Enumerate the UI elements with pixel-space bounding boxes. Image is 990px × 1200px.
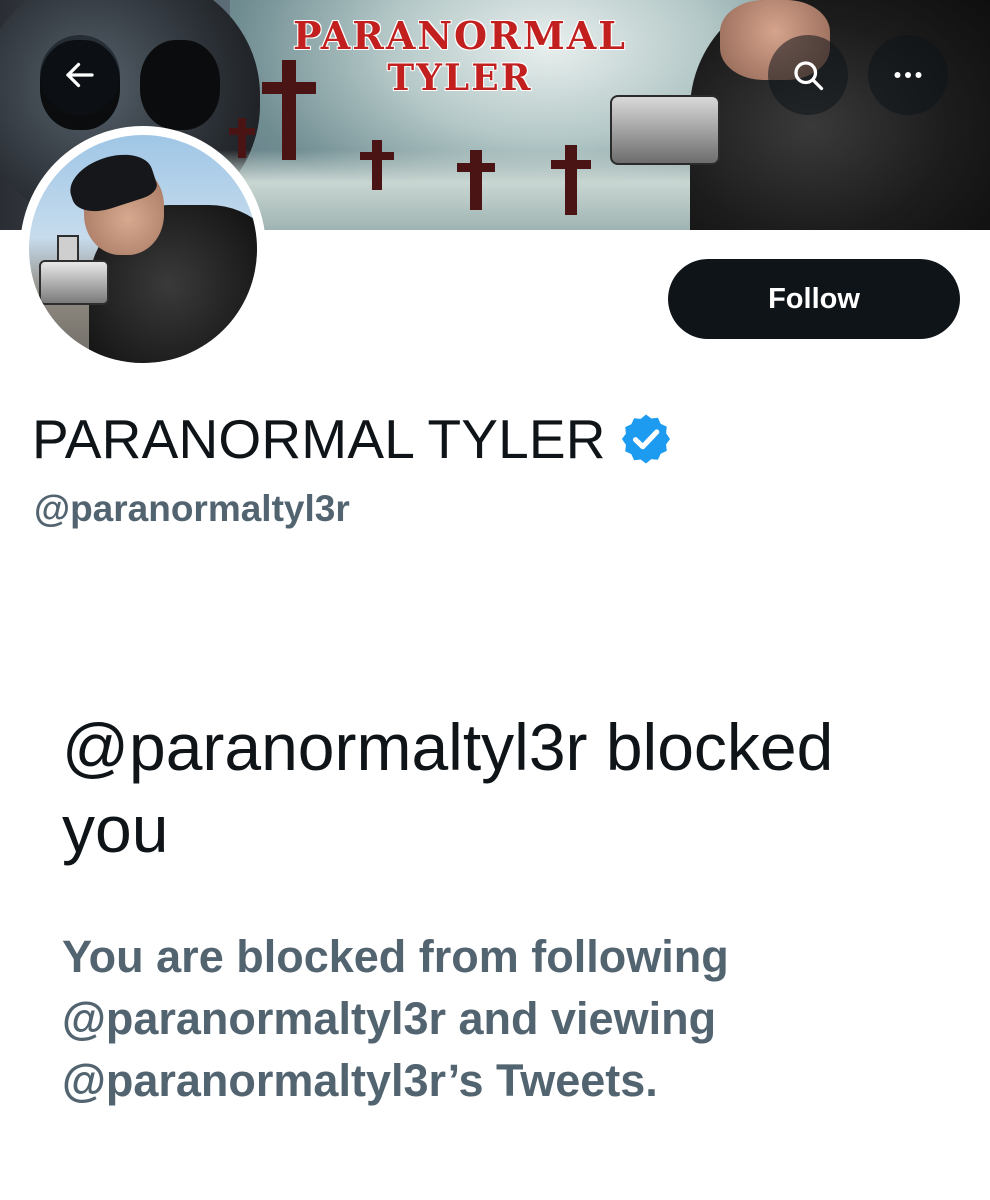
search-icon [794, 61, 824, 91]
arrow-left-icon [66, 62, 94, 88]
more-button[interactable] [868, 35, 948, 115]
follow-button[interactable]: Follow [668, 259, 960, 339]
display-name-row: PARANORMAL TYLER [32, 404, 674, 474]
profile-avatar[interactable] [20, 126, 266, 372]
banner-title-line1: PARANORMAL [292, 13, 628, 58]
blocked-title: @paranormaltyl3r blocked you [62, 710, 834, 866]
camera-graphic [610, 95, 720, 165]
profile-page: PARANORMAL TYLER Follow PARANORMAL TYLER… [0, 0, 990, 1200]
more-horizontal-icon [894, 72, 922, 78]
display-name: PARANORMAL TYLER [32, 408, 606, 470]
banner-title-line2: TYLER [387, 56, 533, 99]
profile-handle: @paranormaltyl3r [34, 488, 350, 529]
verified-badge-icon[interactable] [618, 411, 674, 467]
blocked-description: You are blocked from following @paranorm… [62, 931, 729, 1106]
banner-title: PARANORMAL TYLER [250, 14, 670, 99]
search-button[interactable] [768, 35, 848, 115]
back-button[interactable] [40, 35, 120, 115]
